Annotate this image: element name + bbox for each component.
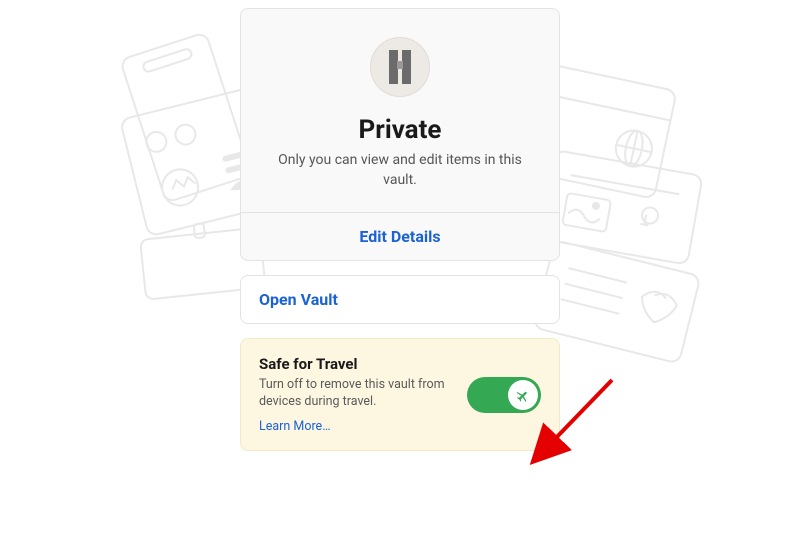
vault-description: Only you can view and edit items in this… xyxy=(270,151,530,190)
travel-title: Safe for Travel xyxy=(259,355,457,373)
vault-card-footer: Edit Details xyxy=(241,212,559,260)
travel-toggle[interactable] xyxy=(467,377,541,413)
travel-description: Turn off to remove this vault from devic… xyxy=(259,377,457,411)
airplane-icon xyxy=(514,386,532,404)
open-vault-label: Open Vault xyxy=(259,290,338,309)
toggle-knob xyxy=(508,380,538,410)
edit-details-button[interactable]: Edit Details xyxy=(359,227,440,246)
vault-summary: Private Only you can view and edit items… xyxy=(241,9,559,212)
open-vault-button[interactable]: Open Vault xyxy=(240,275,560,324)
learn-more-link[interactable]: Learn More… xyxy=(259,419,331,434)
vault-details-card: Private Only you can view and edit items… xyxy=(240,8,560,261)
safe-for-travel-card: Safe for Travel Turn off to remove this … xyxy=(240,338,560,451)
vault-icon xyxy=(370,37,430,97)
vault-title: Private xyxy=(359,115,442,145)
